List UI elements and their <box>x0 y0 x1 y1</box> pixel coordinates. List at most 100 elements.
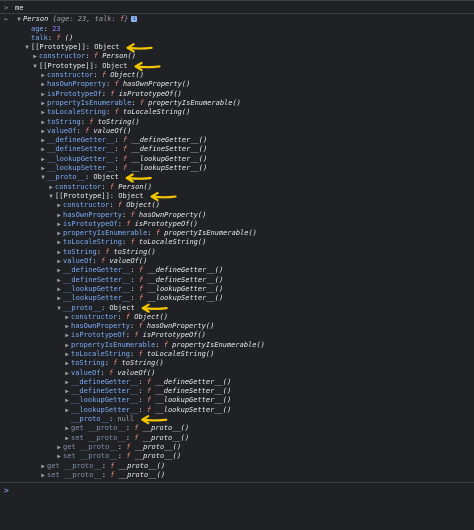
tree-row[interactable]: ▶ valueOf: f valueOf() <box>0 127 474 136</box>
tree-row[interactable]: ▶ __defineGetter__: f __defineGetter__() <box>0 378 474 387</box>
tree-row[interactable]: ▶ constructor: f Person() <box>0 52 474 61</box>
collapse-toggle-icon[interactable]: ▶ <box>31 52 39 61</box>
tree-row[interactable]: ▶ constructor: f Person() <box>0 183 474 192</box>
result-summary-row[interactable]: ← ▼ Person {age: 23, talk: f} i <box>0 15 474 24</box>
tree-row[interactable]: ▶ get __proto__: f __proto__() <box>0 462 474 471</box>
collapse-toggle-icon[interactable]: ▶ <box>55 285 63 294</box>
collapse-toggle-icon[interactable]: ▶ <box>39 155 47 164</box>
collapse-toggle-icon[interactable]: ▶ <box>55 201 63 210</box>
tree-row[interactable]: ▶ toLocaleString: f toLocaleString() <box>0 350 474 359</box>
collapse-toggle-icon[interactable]: ▶ <box>63 396 71 405</box>
tree-row[interactable]: ▶ constructor: f Object() <box>0 71 474 80</box>
property-value: Object <box>102 61 128 70</box>
tree-row[interactable]: ▶ get __proto__: f __proto__() <box>0 443 474 452</box>
tree-row[interactable]: ▶ isPrototypeOf: f isPrototypeOf() <box>0 220 474 229</box>
tree-row[interactable]: ▶ __defineSetter__: f __defineSetter__() <box>0 145 474 154</box>
tree-row[interactable]: ▶ __defineSetter__: f __defineSetter__() <box>0 276 474 285</box>
collapse-toggle-icon[interactable]: ▶ <box>63 359 71 368</box>
tree-row[interactable]: ▶ valueOf: f valueOf() <box>0 369 474 378</box>
collapse-toggle-icon[interactable]: ▶ <box>55 276 63 285</box>
tree-row[interactable]: ▶ set __proto__: f __proto__() <box>0 452 474 461</box>
tree-row[interactable]: ▶ hasOwnProperty: f hasOwnProperty() <box>0 211 474 220</box>
collapse-toggle-icon[interactable]: ▶ <box>63 387 71 396</box>
collapse-toggle-icon[interactable]: ▶ <box>39 145 47 154</box>
tree-row[interactable]: ▶ constructor: f Object() <box>0 313 474 322</box>
info-badge-icon[interactable]: i <box>131 16 138 23</box>
collapse-toggle-icon[interactable]: ▶ <box>63 434 71 443</box>
collapse-toggle-icon[interactable]: ▶ <box>55 443 63 452</box>
tree-row[interactable]: ▶ __defineGetter__: f __defineGetter__() <box>0 266 474 275</box>
tree-row[interactable]: ▶ __lookupGetter__: f __lookupGetter__() <box>0 396 474 405</box>
collapse-toggle-icon[interactable]: ▶ <box>39 99 47 108</box>
property-key: propertyIsEnumerable <box>47 98 132 107</box>
collapse-toggle-icon[interactable]: ▶ <box>55 294 63 303</box>
expand-toggle-icon[interactable]: ▼ <box>31 62 39 71</box>
console-input-entry[interactable]: > me <box>0 4 474 13</box>
tree-row[interactable]: ▶ __lookupSetter__: f __lookupSetter__() <box>0 164 474 173</box>
collapse-toggle-icon[interactable]: ▶ <box>39 90 47 99</box>
tree-row[interactable]: ▶ valueOf: f valueOf() <box>0 257 474 266</box>
tree-row[interactable]: ▶ propertyIsEnumerable: f propertyIsEnume… <box>0 99 474 108</box>
tree-row[interactable]: ▶ __lookupSetter__: f __lookupSetter__() <box>0 406 474 415</box>
tree-row[interactable]: ▶ isPrototypeOf: f isPrototypeOf() <box>0 331 474 340</box>
collapse-toggle-icon[interactable]: ▶ <box>63 331 71 340</box>
tree-row[interactable]: ▼ __proto__: Object <box>0 304 474 313</box>
collapse-toggle-icon[interactable]: ▶ <box>39 462 47 471</box>
tree-row[interactable]: ▶ get __proto__: f __proto__() <box>0 424 474 433</box>
collapse-toggle-icon[interactable]: ▶ <box>39 136 47 145</box>
console-prompt[interactable]: > <box>4 486 9 495</box>
tree-row[interactable]: ▼ [[Prototype]]: Object <box>0 62 474 71</box>
tree-row[interactable]: ▶ toString: f toString() <box>0 118 474 127</box>
tree-row[interactable]: ▶ __defineGetter__: f __defineGetter__() <box>0 136 474 145</box>
expand-toggle-icon[interactable]: ▼ <box>55 304 63 313</box>
collapse-toggle-icon[interactable]: ▶ <box>63 350 71 359</box>
collapse-toggle-icon[interactable]: ▶ <box>55 211 63 220</box>
collapse-toggle-icon[interactable]: ▶ <box>39 127 47 136</box>
tree-row[interactable]: ▶ __lookupSetter__: f __lookupSetter__() <box>0 294 474 303</box>
tree-row[interactable]: ▶ __lookupGetter__: f __lookupGetter__() <box>0 155 474 164</box>
expand-toggle-icon[interactable]: ▼ <box>23 43 31 52</box>
expand-toggle-icon[interactable]: ▼ <box>39 173 47 182</box>
collapse-toggle-icon[interactable]: ▶ <box>39 471 47 480</box>
collapse-toggle-icon[interactable]: ▶ <box>63 406 71 415</box>
tree-row[interactable]: ▶ __defineSetter__: f __defineSetter__() <box>0 387 474 396</box>
property-value: Object <box>118 191 144 200</box>
collapse-toggle-icon[interactable]: ▶ <box>63 322 71 331</box>
collapse-toggle-icon[interactable]: ▶ <box>55 266 63 275</box>
collapse-toggle-icon[interactable]: ▶ <box>63 369 71 378</box>
expand-toggle-icon[interactable]: ▼ <box>15 15 23 24</box>
tree-row[interactable]: ▶ set __proto__: f __proto__() <box>0 434 474 443</box>
tree-row[interactable]: ▶ __lookupGetter__: f __lookupGetter__() <box>0 285 474 294</box>
tree-row[interactable]: ▶ toLocaleString: f toLocaleString() <box>0 238 474 247</box>
collapse-toggle-icon[interactable]: ▶ <box>39 71 47 80</box>
collapse-toggle-icon[interactable]: ▶ <box>55 220 63 229</box>
collapse-toggle-icon[interactable]: ▶ <box>55 248 63 257</box>
tree-row[interactable]: ▶ isPrototypeOf: f isPrototypeOf() <box>0 90 474 99</box>
collapse-toggle-icon[interactable]: ▶ <box>63 424 71 433</box>
tree-row[interactable]: ▼ __proto__: Object <box>0 173 474 182</box>
tree-row[interactable]: ▼ [[Prototype]]: Object <box>0 192 474 201</box>
expand-toggle-icon[interactable]: ▼ <box>47 192 55 201</box>
tree-row[interactable]: ▶ set __proto__: f __proto__() <box>0 471 474 480</box>
tree-row[interactable]: ▶ toLocaleString: f toLocaleString() <box>0 108 474 117</box>
tree-row[interactable]: ▶ propertyIsEnumerable: f propertyIsEnume… <box>0 229 474 238</box>
tree-row[interactable]: ▶ toString: f toString() <box>0 248 474 257</box>
collapse-toggle-icon[interactable]: ▶ <box>39 80 47 89</box>
tree-row[interactable]: ▶ hasOwnProperty: f hasOwnProperty() <box>0 80 474 89</box>
tree-row[interactable]: ▼ [[Prototype]]: Object <box>0 43 474 52</box>
collapse-toggle-icon[interactable]: ▶ <box>39 164 47 173</box>
collapse-toggle-icon[interactable]: ▶ <box>55 452 63 461</box>
collapse-toggle-icon[interactable]: ▶ <box>55 229 63 238</box>
tree-row[interactable]: ▶ propertyIsEnumerable: f propertyIsEnume… <box>0 341 474 350</box>
collapse-toggle-icon[interactable]: ▶ <box>63 341 71 350</box>
tree-row[interactable]: ▶ constructor: f Object() <box>0 201 474 210</box>
tree-row[interactable]: ▶ toString: f toString() <box>0 359 474 368</box>
collapse-toggle-icon[interactable]: ▶ <box>47 183 55 192</box>
collapse-toggle-icon[interactable]: ▶ <box>39 118 47 127</box>
tree-row[interactable]: ▶ hasOwnProperty: f hasOwnProperty() <box>0 322 474 331</box>
collapse-toggle-icon[interactable]: ▶ <box>39 108 47 117</box>
collapse-toggle-icon[interactable]: ▶ <box>55 238 63 247</box>
collapse-toggle-icon[interactable]: ▶ <box>55 257 63 266</box>
collapse-toggle-icon[interactable]: ▶ <box>63 378 71 387</box>
collapse-toggle-icon[interactable]: ▶ <box>63 313 71 322</box>
